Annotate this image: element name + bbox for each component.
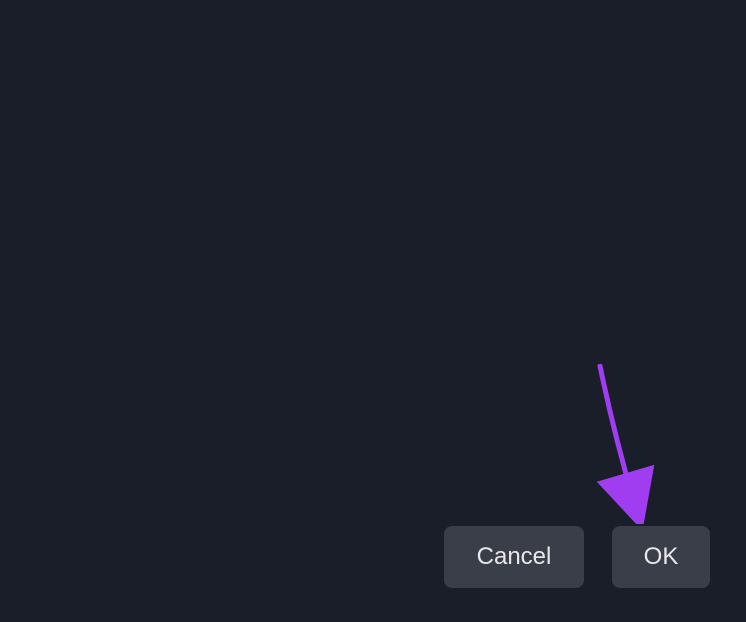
ok-button[interactable]: OK bbox=[612, 526, 710, 588]
annotation-arrow-icon bbox=[596, 364, 656, 524]
dialog-button-row: Cancel OK bbox=[444, 526, 710, 588]
cancel-button[interactable]: Cancel bbox=[444, 526, 584, 588]
